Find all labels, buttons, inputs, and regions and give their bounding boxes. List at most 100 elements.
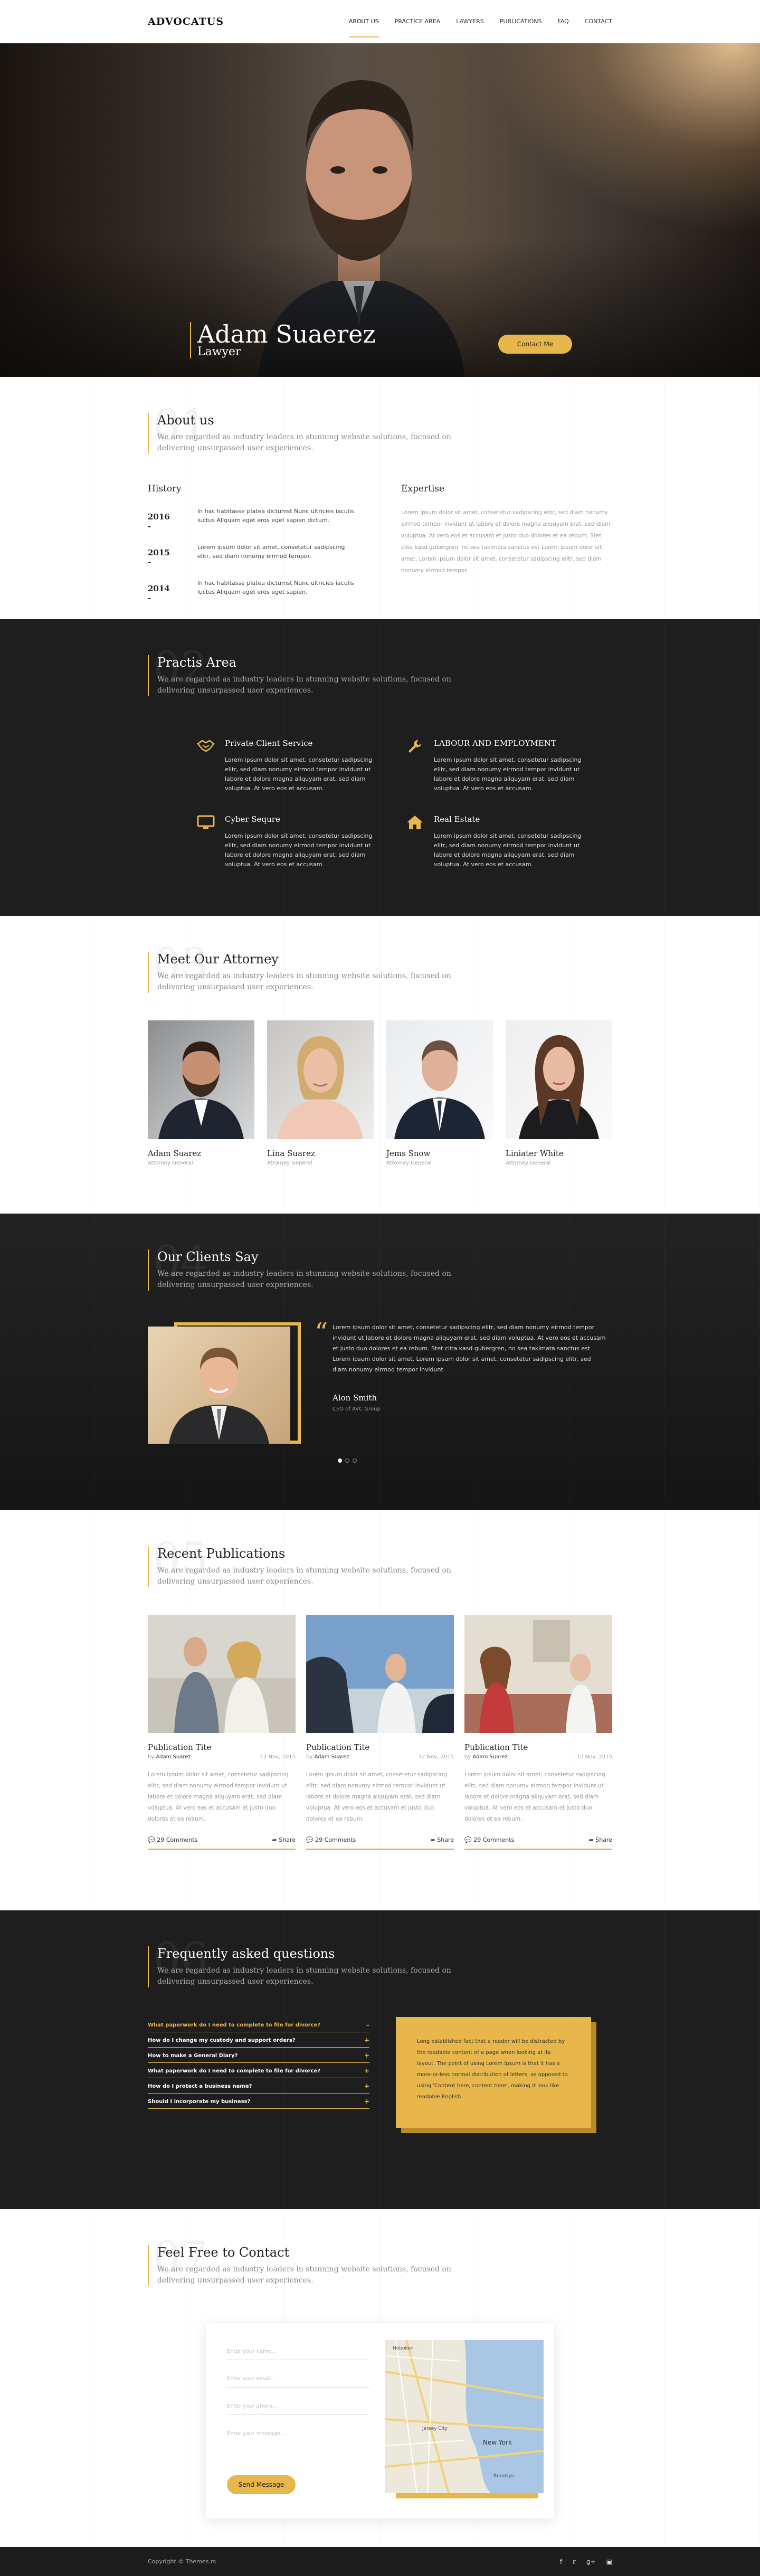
share-link[interactable]: ➦ Share (589, 1836, 612, 1843)
faq-question[interactable]: How to make a General Diary? + (148, 2048, 369, 2063)
share-icon: ➦ (430, 1836, 435, 1843)
twitter-icon[interactable]: 𝕣 (573, 2558, 576, 2565)
section-subtitle: We are regarded as industry leaders in s… (157, 675, 451, 695)
section-title: Practis Area (157, 655, 236, 670)
slider-dot[interactable] (345, 1459, 349, 1463)
publication-title[interactable]: Publication Tite (306, 1742, 369, 1752)
publication-card[interactable]: Publication Tite by Adam Suarez 12 Nov, … (464, 1615, 612, 1850)
about-heading: 01 About us We are regarded as industry … (148, 404, 612, 454)
nav-lawyers[interactable]: LAWYERS (456, 6, 483, 37)
service-item[interactable]: LABOUR AND EMPLOYMENT Lorem ipsum dolor … (404, 738, 587, 793)
site-logo[interactable]: ADVOCATUS (148, 16, 224, 27)
contact-me-button[interactable]: Contact Me (498, 335, 572, 354)
client-photo (148, 1327, 290, 1444)
attorney-card[interactable]: Lina Suarez Attorney General (267, 1020, 374, 1166)
expertise-column: Expertise Lorem ipsum dolor sit amet, co… (401, 484, 612, 614)
history-title: History (148, 484, 182, 494)
section-subtitle: We are regarded as industry leaders in s… (157, 1966, 451, 1986)
expertise-title: Expertise (401, 484, 445, 494)
nav-about-us[interactable]: ABOUT US (348, 6, 379, 37)
publication-title[interactable]: Publication Tite (464, 1742, 528, 1752)
testimonial-author: Alon Smith (332, 1393, 377, 1403)
faq-question[interactable]: How do I protect a business name? + (148, 2078, 369, 2094)
faq-heading: 06 Frequently asked questions We are reg… (148, 1938, 612, 1987)
nav-contact[interactable]: CONTACT (585, 6, 612, 37)
minus-icon: – (366, 2021, 369, 2029)
comments-link[interactable]: 💬 29 Comments (148, 1836, 197, 1843)
service-item[interactable]: Cyber Sequre Lorem ipsum dolor sit amet,… (195, 815, 378, 869)
comments-icon: 💬 (464, 1836, 472, 1843)
service-item[interactable]: Private Client Service Lorem ipsum dolor… (195, 738, 378, 793)
service-title: Private Client Service (225, 738, 313, 748)
section-title: About us (157, 413, 214, 428)
monitor-icon (195, 815, 216, 836)
publication-title[interactable]: Publication Tite (148, 1742, 211, 1752)
google-plus-icon[interactable]: g+ (586, 2558, 596, 2565)
faq-question[interactable]: Should I incorporate my business? + (148, 2094, 369, 2109)
plus-icon: + (364, 2037, 369, 2044)
site-header: ADVOCATUS ABOUT US PRACTICE AREA LAWYERS… (0, 0, 760, 43)
contact-heading: 07 Feel Free to Contact We are regarded … (148, 2237, 612, 2286)
email-field[interactable]: Enter your email... (227, 2372, 369, 2388)
name-field[interactable]: Enter your name... (227, 2344, 369, 2360)
site-footer: Copyright © Themes.rs f 𝕣 g+ ▣ (0, 2547, 760, 2576)
attorney-name: Adam Suarez (148, 1149, 202, 1158)
service-item[interactable]: Real Estate Lorem ipsum dolor sit amet, … (404, 815, 587, 869)
testimonial-slide: “ Lorem ipsum dolor sit amet, consetetur… (148, 1319, 612, 1449)
comments-link[interactable]: 💬 29 Comments (306, 1836, 356, 1843)
faq-list: What paperwork do I need to complete to … (148, 2017, 369, 2128)
nav-faq[interactable]: FAQ (558, 6, 569, 37)
slider-dot[interactable] (338, 1459, 342, 1463)
attorney-name: Lina Suarez (267, 1149, 315, 1158)
share-link[interactable]: ➦ Share (431, 1836, 454, 1843)
attorney-photo (386, 1020, 493, 1139)
instagram-icon[interactable]: ▣ (606, 2558, 612, 2565)
location-map[interactable]: Hoboken New York Jersey City Brooklyn (385, 2340, 544, 2493)
attorneys-heading: 03 Meet Our Attorney We are regarded as … (148, 943, 612, 993)
publication-card[interactable]: Publication Tite by Adam Suarez 12 Nov, … (148, 1615, 296, 1850)
slider-dot[interactable] (353, 1459, 357, 1463)
faq-question[interactable]: How do I change my custody and support o… (148, 2032, 369, 2048)
faq-section: 06 Frequently asked questions We are reg… (0, 1910, 760, 2209)
service-text: Lorem ipsum dolor sit amet, consetetur s… (434, 756, 582, 792)
attorney-card[interactable]: Liniater White Attorney General (506, 1020, 612, 1166)
attorney-card[interactable]: Jems Snow Attorney General (386, 1020, 493, 1166)
send-message-button[interactable]: Send Message (227, 2475, 296, 2494)
share-link[interactable]: ➦ Share (272, 1836, 296, 1843)
testimonial-company: CEO of AVC Group (332, 1406, 381, 1412)
history-year: 2015 - (148, 548, 170, 567)
attorney-role: Attorney General (148, 1160, 193, 1166)
history-year: 2016 - (148, 512, 170, 531)
section-title: Feel Free to Contact (157, 2245, 290, 2260)
nav-practice-area[interactable]: PRACTICE AREA (395, 6, 441, 37)
service-text: Lorem ipsum dolor sit amet, consetetur s… (225, 756, 373, 792)
phone-field[interactable]: Enter your phone... (227, 2399, 369, 2415)
history-row: 2015 - Lorem ipsum dolor sit amet, conse… (148, 543, 359, 567)
plus-icon: + (364, 2098, 369, 2105)
facebook-icon[interactable]: f (560, 2558, 562, 2565)
publication-excerpt: Lorem ipsum dolor sit amet, consetetur s… (148, 1772, 289, 1822)
hero-overlay (0, 240, 760, 377)
attorney-photo (506, 1020, 612, 1139)
attorneys-section: 03 Meet Our Attorney We are regarded as … (0, 916, 760, 1214)
publication-author: by Adam Suarez (148, 1754, 191, 1760)
share-icon: ➦ (588, 1836, 594, 1843)
comments-link[interactable]: 💬 29 Comments (464, 1836, 514, 1843)
nav-publications[interactable]: PUBLICATIONS (500, 6, 542, 37)
publication-author: by Adam Suarez (464, 1754, 508, 1760)
service-text: Lorem ipsum dolor sit amet, consetetur s… (434, 832, 582, 868)
message-field[interactable]: Enter your message... (227, 2427, 369, 2458)
slider-dots (338, 1459, 612, 1463)
faq-question[interactable]: What paperwork do I need to complete to … (148, 2063, 369, 2078)
service-text: Lorem ipsum dolor sit amet, consetetur s… (225, 832, 373, 868)
history-row: 2016 - In hac habitasse platea dictumst … (148, 507, 359, 531)
publication-excerpt: Lorem ipsum dolor sit amet, consetetur s… (464, 1772, 605, 1822)
plus-icon: + (364, 2052, 369, 2059)
publication-card[interactable]: Publication Tite by Adam Suarez 12 Nov, … (306, 1615, 454, 1850)
about-section: 01 About us We are regarded as industry … (0, 377, 760, 619)
faq-question[interactable]: What paperwork do I need to complete to … (148, 2017, 369, 2032)
publications-section: 05 Recent Publications We are regarded a… (0, 1510, 760, 1910)
map-label: Brooklyn (493, 2474, 514, 2479)
publication-date: 12 Nov, 2015 (418, 1754, 454, 1760)
attorney-card[interactable]: Adam Suarez Attorney General (148, 1020, 254, 1166)
